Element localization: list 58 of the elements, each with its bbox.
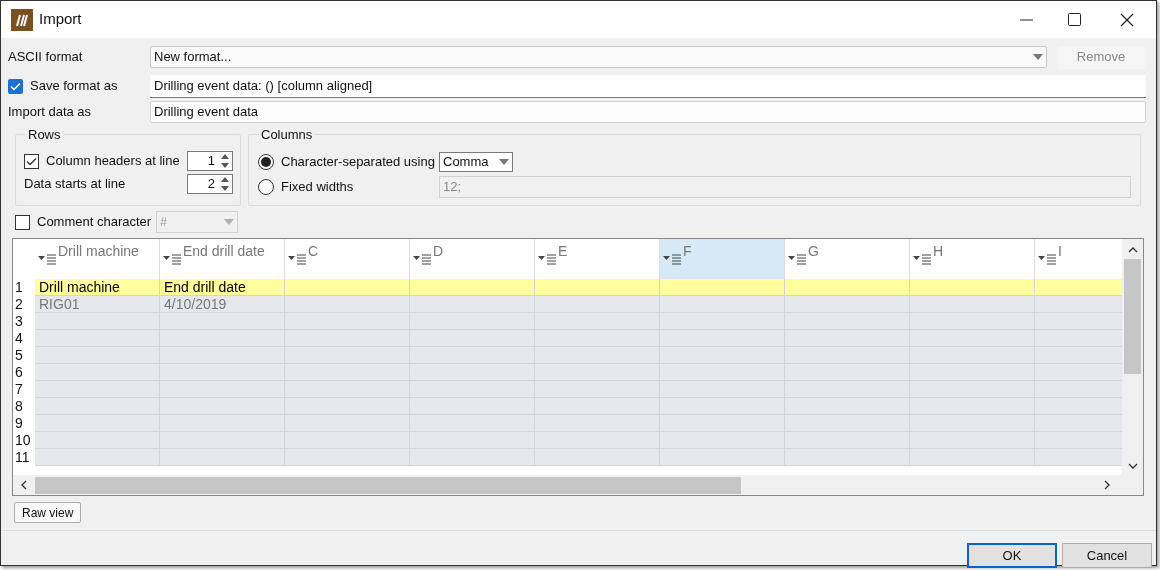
spin-arrows-icon — [219, 152, 231, 170]
checkmark-icon — [10, 81, 21, 91]
raw-view-button[interactable]: Raw view — [14, 502, 82, 523]
scroll-left-icon[interactable] — [21, 480, 27, 490]
column-menu-icon[interactable] — [538, 253, 558, 265]
scroll-right-icon[interactable] — [1104, 480, 1110, 490]
close-icon[interactable] — [1120, 12, 1134, 27]
vertical-scrollbar[interactable] — [1122, 239, 1143, 475]
table-cell: 4/10/2019 — [160, 296, 285, 313]
format-dropdown[interactable]: New format... — [150, 46, 1047, 68]
radio-button[interactable] — [258, 154, 274, 170]
checkmark-icon — [26, 156, 37, 166]
checkbox[interactable] — [8, 78, 23, 94]
column-header[interactable]: End drill date — [160, 239, 285, 279]
field-label: Data starts at line — [24, 175, 127, 194]
field-label: Import data as — [8, 103, 93, 122]
scroll-up-icon[interactable] — [1127, 247, 1138, 253]
table-cell: End drill date — [160, 279, 285, 296]
checkbox-label: Comment character — [37, 213, 152, 232]
window-title: Import — [39, 9, 82, 30]
column-header[interactable]: E — [535, 239, 660, 279]
data-line-spinbox[interactable]: 2 — [187, 174, 233, 194]
field-label: ASCII format — [8, 48, 84, 67]
column-menu-icon[interactable] — [1038, 253, 1058, 265]
app-logo-icon — [11, 8, 33, 31]
caret-icon — [499, 159, 509, 165]
separator-dropdown[interactable]: Comma — [439, 152, 513, 172]
column-header[interactable]: C — [285, 239, 410, 279]
table-cell: Drill machine — [35, 279, 160, 296]
column-header[interactable]: H — [910, 239, 1035, 279]
spin-arrows-icon — [219, 175, 231, 193]
column-menu-icon[interactable] — [288, 253, 308, 265]
scroll-down-icon[interactable] — [1127, 463, 1138, 469]
column-menu-icon[interactable] — [788, 253, 808, 265]
caret-icon — [224, 219, 235, 225]
column-header[interactable]: Drill machine — [35, 239, 160, 279]
column-menu-icon[interactable] — [663, 253, 683, 265]
column-menu-icon[interactable] — [413, 253, 433, 265]
checkbox[interactable] — [24, 153, 39, 169]
checkbox-label: Save format as — [30, 77, 118, 96]
maximize-icon[interactable] — [1068, 13, 1081, 26]
import-name-field[interactable]: Drilling event data — [150, 101, 1146, 123]
column-header[interactable]: D — [410, 239, 535, 279]
dialog-button[interactable]: OK — [967, 543, 1057, 568]
column-menu-icon[interactable] — [163, 253, 183, 265]
header-line-spinbox[interactable]: 1 — [187, 151, 233, 171]
column-header[interactable]: G — [785, 239, 910, 279]
checkbox-label: Column headers at line — [46, 152, 181, 171]
radio-label: Character-separated using — [281, 153, 436, 172]
dialog-button[interactable]: Cancel — [1062, 543, 1152, 568]
column-menu-icon[interactable] — [913, 253, 933, 265]
format-name-field[interactable]: Drilling event data: () [column aligned] — [150, 74, 1146, 98]
horizontal-scrollbar[interactable] — [13, 475, 1143, 495]
radio-label: Fixed widths — [281, 178, 355, 197]
table-cell: RIG01 — [35, 296, 160, 313]
caret-icon — [1033, 54, 1043, 60]
column-header[interactable]: F — [660, 239, 785, 279]
column-menu-icon[interactable] — [38, 253, 58, 265]
